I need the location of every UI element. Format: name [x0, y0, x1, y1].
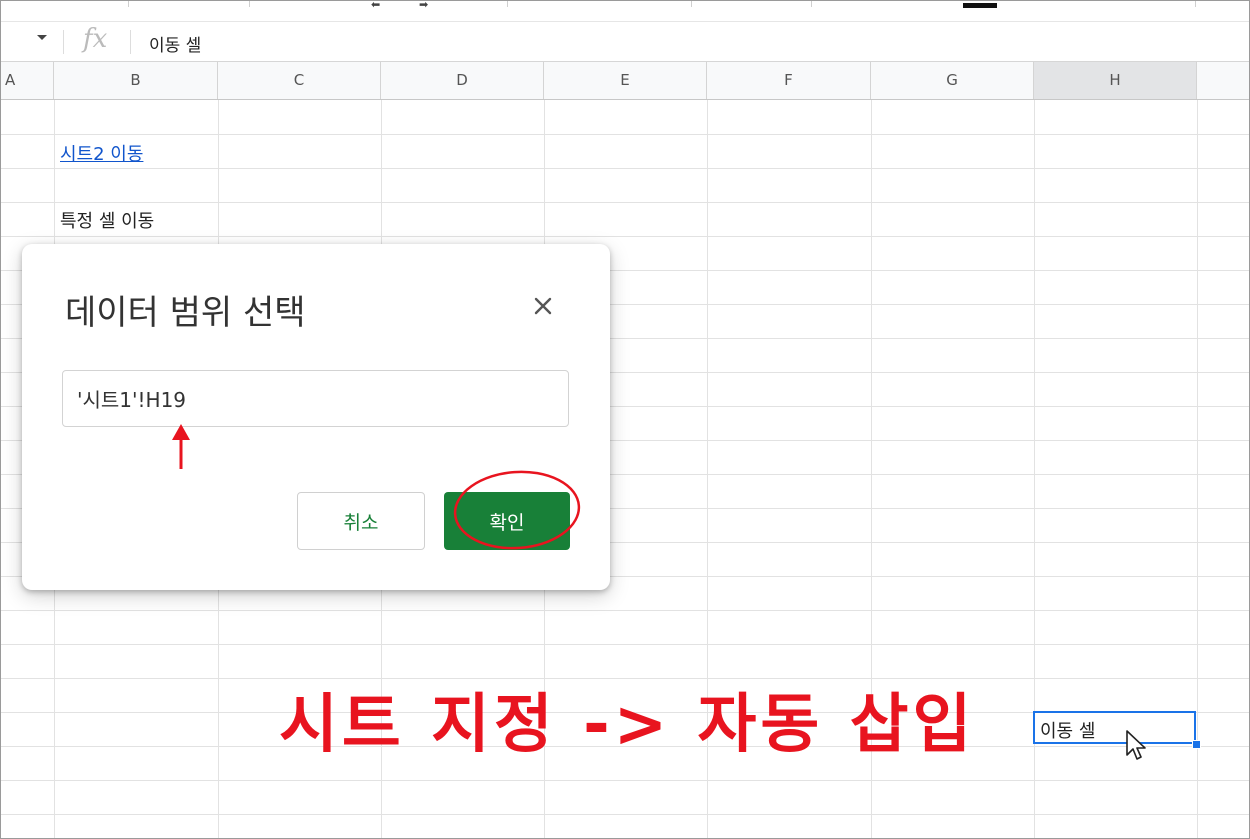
red-ellipse-annotation [453, 470, 581, 550]
toolbar-mark [963, 3, 997, 8]
cancel-button[interactable]: 취소 [297, 492, 425, 550]
cell-b5-text: 특정 셀 이동 [60, 211, 155, 232]
fx-icon: fx [83, 24, 108, 54]
annotation-text: 시트 지정 -> 자동 삽입 [279, 688, 976, 762]
formula-input[interactable]: 이동 셀 [149, 31, 201, 56]
close-icon[interactable] [528, 291, 558, 321]
select-data-range-dialog: 데이터 범위 선택 취소 확인 [22, 244, 610, 590]
selected-cell-h19[interactable]: 이동 셀 [1033, 711, 1196, 744]
column-header-row: A B C D E F G H [1, 62, 1249, 100]
range-input[interactable] [62, 370, 569, 427]
column-header-c[interactable]: C [218, 62, 381, 99]
red-up-arrow-annotation [172, 424, 190, 469]
column-header-d[interactable]: D [381, 62, 544, 99]
fill-handle[interactable] [1192, 740, 1201, 749]
redo-icon[interactable]: ➡ [419, 1, 428, 11]
column-header-f[interactable]: F [707, 62, 871, 99]
column-header-g[interactable]: G [871, 62, 1034, 99]
hyperlink-sheet2[interactable]: 시트2 이동 [60, 140, 143, 166]
cell-h19-text: 이동 셀 [1040, 721, 1096, 742]
spreadsheet-window: ⬅ ➡ fx 이동 셀 A B C D E F G H 시트2 이동 특정 셀 … [0, 0, 1250, 839]
column-header-next[interactable] [1197, 62, 1249, 99]
column-header-b[interactable]: B [54, 62, 218, 99]
name-box-dropdown-icon[interactable] [37, 35, 47, 40]
mouse-pointer-icon [1126, 730, 1146, 760]
formula-bar: fx 이동 셀 [1, 22, 1249, 62]
dialog-title: 데이터 범위 선택 [65, 293, 306, 333]
undo-icon[interactable]: ⬅ [371, 1, 380, 11]
column-header-a[interactable]: A [1, 62, 54, 99]
toolbar-strip: ⬅ ➡ [1, 1, 1249, 22]
column-header-h[interactable]: H [1034, 62, 1197, 99]
column-header-e[interactable]: E [544, 62, 707, 99]
